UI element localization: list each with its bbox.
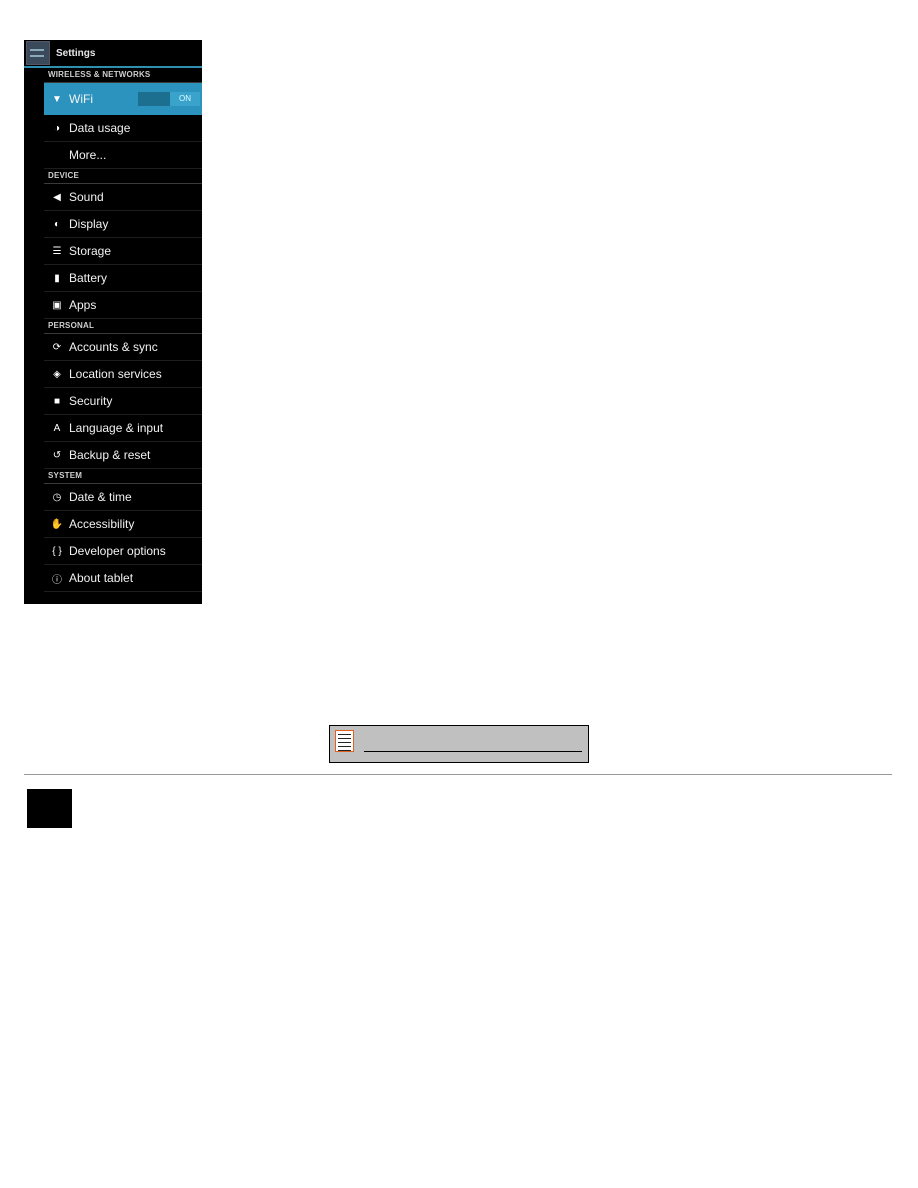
- settings-item-label: Sound: [69, 190, 104, 204]
- settings-item-label: Battery: [69, 271, 108, 285]
- settings-item-display[interactable]: ◐ Display: [44, 211, 202, 238]
- settings-screen: Settings WIRELESS & NETWORKS ▼ WiFi ON ◑ Data…: [24, 40, 202, 604]
- settings-item-label: WiFi: [69, 92, 93, 106]
- settings-item-wifi[interactable]: ▼ WiFi ON: [44, 83, 202, 115]
- settings-item-more[interactable]: More...: [44, 142, 202, 169]
- settings-item-accessibility[interactable]: ✋ Accessibility: [44, 511, 202, 538]
- settings-item-data-usage[interactable]: ◑ Data usage: [44, 115, 202, 142]
- sound-icon: ◀: [53, 191, 61, 203]
- settings-item-apps[interactable]: ▣ Apps: [44, 292, 202, 319]
- settings-list: WIRELESS & NETWORKS ▼ WiFi ON ◑ Data usage Mor…: [44, 68, 202, 592]
- settings-item-label: About tablet: [69, 571, 134, 585]
- apps-icon: ▣: [52, 299, 62, 311]
- settings-item-label: Date & time: [69, 490, 132, 504]
- black-square-graphic: [27, 789, 72, 828]
- settings-item-label: More...: [69, 148, 107, 162]
- settings-item-label: Developer options: [69, 544, 166, 558]
- settings-item-label: Display: [69, 217, 109, 231]
- section-header: DEVICE: [44, 169, 202, 184]
- settings-item-battery[interactable]: ▮ Battery: [44, 265, 202, 292]
- language-icon: A: [53, 422, 61, 434]
- hand-icon: ✋: [50, 518, 64, 530]
- settings-item-date-time[interactable]: ◷ Date & time: [44, 484, 202, 511]
- lock-icon: ■: [53, 395, 61, 407]
- location-icon: ◈: [53, 368, 61, 380]
- sync-icon: ⟳: [52, 341, 62, 353]
- settings-item-label: Apps: [69, 298, 97, 312]
- action-bar-title: Settings: [56, 47, 96, 59]
- section-header: SYSTEM: [44, 469, 202, 484]
- braces-icon: { }: [52, 545, 62, 557]
- settings-item-security[interactable]: ■ Security: [44, 388, 202, 415]
- settings-item-language-input[interactable]: A Language & input: [44, 415, 202, 442]
- horizontal-divider: [24, 774, 892, 775]
- wifi-toggle[interactable]: ON: [138, 92, 200, 106]
- battery-icon: ▮: [54, 272, 60, 284]
- settings-item-about-tablet[interactable]: ⓘ About tablet: [44, 565, 202, 592]
- settings-item-storage[interactable]: ☰ Storage: [44, 238, 202, 265]
- settings-item-backup-reset[interactable]: ↺ Backup & reset: [44, 442, 202, 469]
- data-usage-icon: ◑: [53, 122, 61, 134]
- action-bar: Settings: [24, 40, 202, 68]
- settings-item-location-services[interactable]: ◈ Location services: [44, 361, 202, 388]
- clock-icon: ◷: [52, 491, 62, 503]
- settings-item-label: Data usage: [69, 121, 131, 135]
- footer-navigation-box: [329, 725, 589, 763]
- settings-item-label: Location services: [69, 367, 162, 381]
- storage-icon: ☰: [52, 245, 62, 257]
- settings-item-developer-options[interactable]: { } Developer options: [44, 538, 202, 565]
- info-icon: ⓘ: [52, 574, 62, 586]
- backup-icon: ↺: [52, 449, 62, 461]
- settings-item-accounts-sync[interactable]: ⟳ Accounts & sync: [44, 334, 202, 361]
- settings-item-label: Accounts & sync: [69, 340, 158, 354]
- wifi-icon: ▼: [52, 93, 62, 105]
- document-icon[interactable]: [335, 730, 354, 752]
- footer-underline: [364, 751, 582, 752]
- section-header: WIRELESS & NETWORKS: [44, 68, 202, 83]
- settings-item-label: Accessibility: [69, 517, 135, 531]
- settings-item-label: Language & input: [69, 421, 164, 435]
- settings-item-label: Storage: [69, 244, 112, 258]
- settings-item-sound[interactable]: ◀ Sound: [44, 184, 202, 211]
- toggle-state-label: ON: [170, 92, 200, 106]
- settings-item-label: Backup & reset: [69, 448, 151, 462]
- section-header: PERSONAL: [44, 319, 202, 334]
- display-icon: ◐: [53, 218, 61, 230]
- settings-app-icon[interactable]: [26, 41, 50, 65]
- settings-item-label: Security: [69, 394, 113, 408]
